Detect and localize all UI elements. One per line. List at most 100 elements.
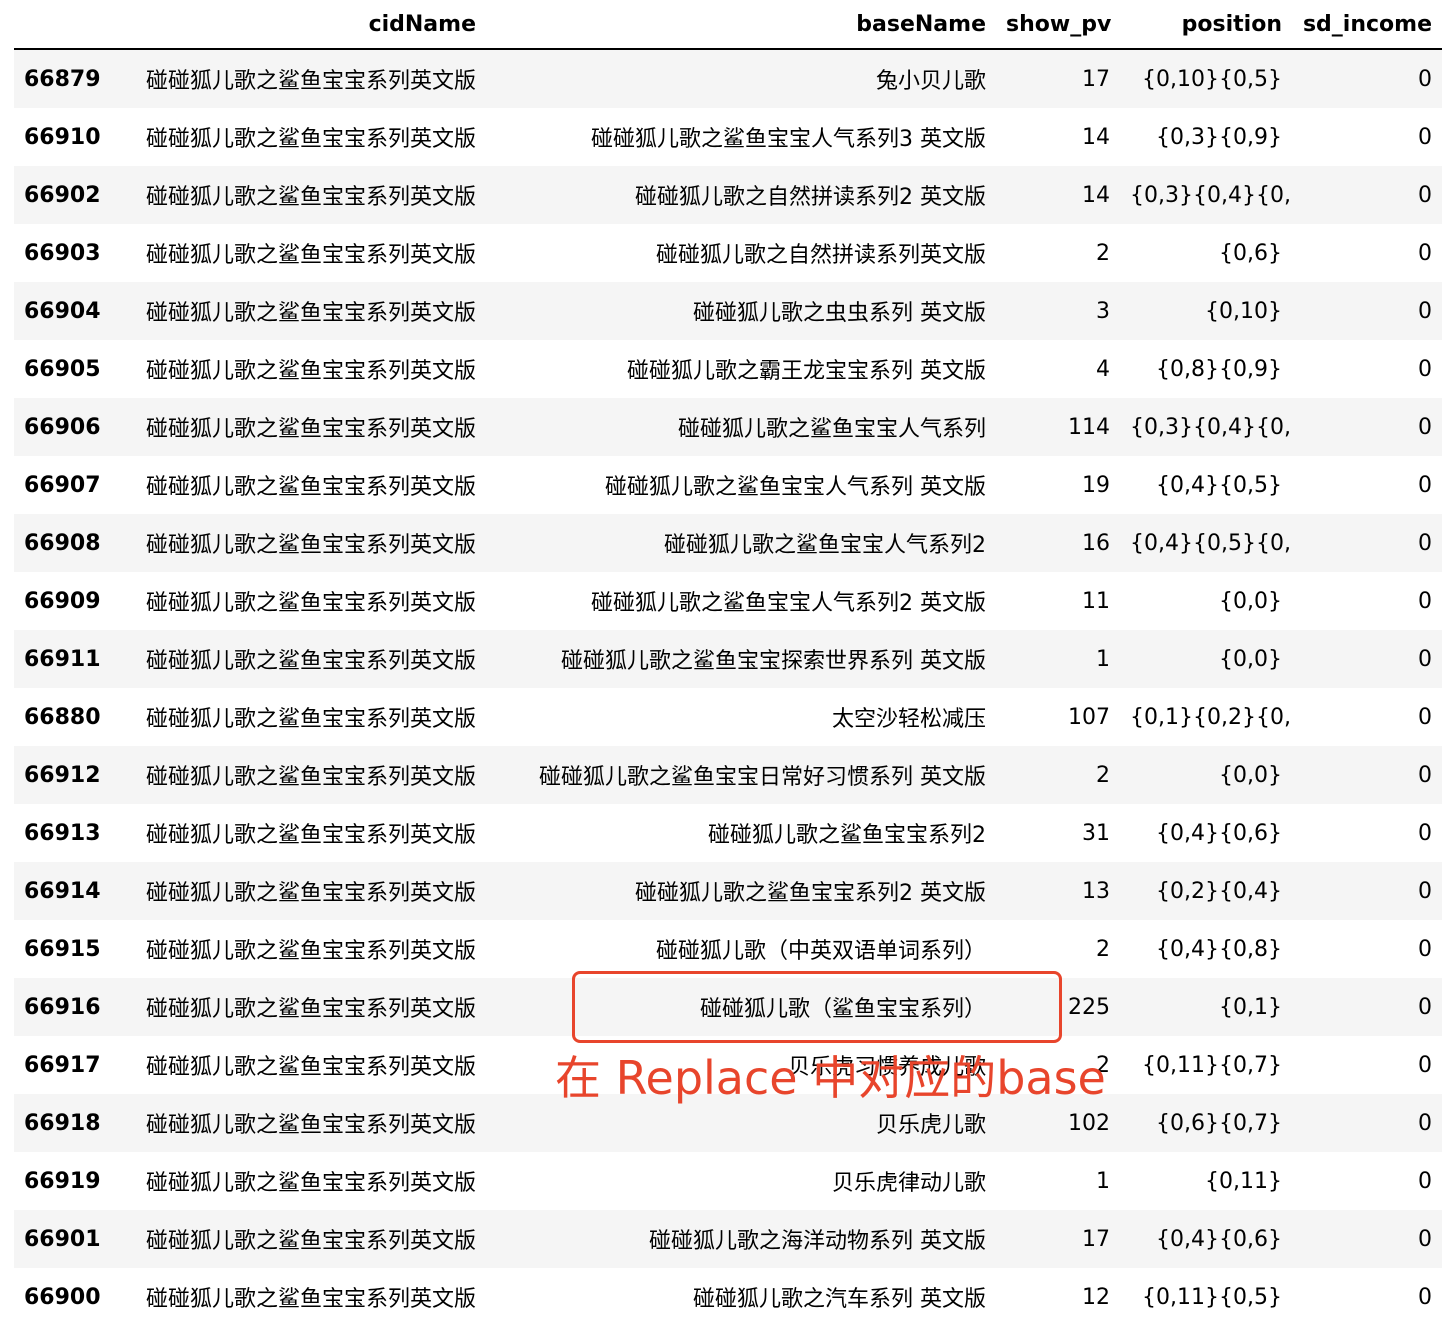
row-index: 66904 [24,298,101,324]
cell-baseName: 碰碰狐儿歌之鲨鱼宝宝人气系列3 英文版 [591,127,986,152]
cell-sd-income: 0 [1418,472,1432,498]
cell-show-pv: 2 [1096,240,1110,266]
cell-sd-income: 0 [1418,298,1432,324]
row-index: 66918 [24,1110,101,1136]
cell-position: {0,4}{0,5}{0,9} [1130,530,1292,556]
cell-position: {0,6}{0,7} [1156,1110,1282,1136]
row-index: 66903 [24,240,101,266]
cell-baseName: 碰碰狐儿歌之自然拼读系列英文版 [655,243,986,268]
table-row: 66880 碰碰狐儿歌之鲨鱼宝宝系列英文版 太空沙轻松减压 107 {0,1}{0,2}… [14,688,1442,746]
row-index: 66879 [24,66,101,92]
row-index: 66901 [24,1226,101,1252]
cell-show-pv: 114 [1068,414,1110,440]
cell-cidName: 碰碰狐儿歌之鲨鱼宝宝系列英文版 [145,823,476,848]
cell-show-pv: 3 [1096,298,1110,324]
cell-cidName: 碰碰狐儿歌之鲨鱼宝宝系列英文版 [145,359,476,384]
cell-cidName: 碰碰狐儿歌之鲨鱼宝宝系列英文版 [145,475,476,500]
header-row: cidName baseName show_pv position sd_inc… [14,0,1442,50]
cell-position: {0,2}{0,4} [1156,878,1282,904]
cell-show-pv: 17 [1082,1226,1110,1252]
cell-show-pv: 31 [1082,820,1110,846]
cell-position: {0,4}{0,5} [1156,472,1282,498]
cell-sd-income: 0 [1418,762,1432,788]
cell-show-pv: 16 [1082,530,1110,556]
column-header-sd-income: sd_income [1292,0,1442,50]
cell-sd-income: 0 [1418,1226,1432,1252]
column-header-show-pv: show_pv [996,0,1120,50]
cell-position: {0,8}{0,9} [1156,356,1282,382]
cell-cidName: 碰碰狐儿歌之鲨鱼宝宝系列英文版 [145,1171,476,1196]
cell-show-pv: 107 [1068,704,1110,730]
cell-position: {0,10} [1205,298,1282,324]
table-row: 66918 碰碰狐儿歌之鲨鱼宝宝系列英文版 贝乐虎儿歌 102 {0,6}{0,7} 0 [14,1094,1442,1152]
cell-baseName: 贝乐虎习惯养成儿歌 [787,1055,986,1080]
table-header: cidName baseName show_pv position sd_inc… [14,0,1442,50]
cell-baseName: 兔小贝儿歌 [875,69,986,94]
table-row: 66916 碰碰狐儿歌之鲨鱼宝宝系列英文版 碰碰狐儿歌（鲨鱼宝宝系列） 225 {0,1… [14,978,1442,1036]
cell-show-pv: 1 [1096,646,1110,672]
cell-position: {0,3}{0,9} [1156,124,1282,150]
row-index: 66880 [24,704,101,730]
cell-sd-income: 0 [1418,356,1432,382]
cell-baseName: 碰碰狐儿歌之虫虫系列 英文版 [693,301,986,326]
cell-show-pv: 11 [1082,588,1110,614]
cell-cidName: 碰碰狐儿歌之鲨鱼宝宝系列英文版 [145,997,476,1022]
table-row: 66909 碰碰狐儿歌之鲨鱼宝宝系列英文版 碰碰狐儿歌之鲨鱼宝宝人气系列2 英文版 1… [14,572,1442,630]
row-index: 66902 [24,182,101,208]
table-row: 66905 碰碰狐儿歌之鲨鱼宝宝系列英文版 碰碰狐儿歌之霸王龙宝宝系列 英文版 4 {0… [14,340,1442,398]
cell-cidName: 碰碰狐儿歌之鲨鱼宝宝系列英文版 [145,417,476,442]
cell-show-pv: 2 [1096,1052,1110,1078]
table-row: 66901 碰碰狐儿歌之鲨鱼宝宝系列英文版 碰碰狐儿歌之海洋动物系列 英文版 17 {0… [14,1210,1442,1268]
cell-show-pv: 19 [1082,472,1110,498]
row-index: 66905 [24,356,101,382]
cell-cidName: 碰碰狐儿歌之鲨鱼宝宝系列英文版 [145,127,476,152]
cell-baseName: 碰碰狐儿歌之鲨鱼宝宝系列2 英文版 [635,881,986,906]
cell-position: {0,4}{0,6} [1156,820,1282,846]
cell-position: {0,3}{0,4}{0,5} [1130,414,1292,440]
table-row: 66917 碰碰狐儿歌之鲨鱼宝宝系列英文版 贝乐虎习惯养成儿歌 2 {0,11}{0,7… [14,1036,1442,1094]
column-header-cidName: cidName [104,0,486,50]
column-header-baseName: baseName [486,0,996,50]
cell-cidName: 碰碰狐儿歌之鲨鱼宝宝系列英文版 [145,1287,476,1312]
cell-cidName: 碰碰狐儿歌之鲨鱼宝宝系列英文版 [145,881,476,906]
cell-sd-income: 0 [1418,1284,1432,1310]
cell-position: {0,0} [1219,762,1282,788]
cell-sd-income: 0 [1418,414,1432,440]
cell-show-pv: 102 [1068,1110,1110,1136]
table-row: 66912 碰碰狐儿歌之鲨鱼宝宝系列英文版 碰碰狐儿歌之鲨鱼宝宝日常好习惯系列 英文… [14,746,1442,804]
cell-show-pv: 4 [1096,356,1110,382]
row-index: 66919 [24,1168,101,1194]
row-index: 66914 [24,878,101,904]
cell-show-pv: 14 [1082,182,1110,208]
row-index: 66915 [24,936,101,962]
cell-cidName: 碰碰狐儿歌之鲨鱼宝宝系列英文版 [145,591,476,616]
cell-position: {0,1}{0,2}{0,3} [1130,704,1292,730]
cell-position: {0,4}{0,6} [1156,1226,1282,1252]
cell-show-pv: 13 [1082,878,1110,904]
cell-position: {0,3}{0,4}{0,5} [1130,182,1292,208]
column-header-position: position [1120,0,1292,50]
cell-cidName: 碰碰狐儿歌之鲨鱼宝宝系列英文版 [145,185,476,210]
table-row: 66907 碰碰狐儿歌之鲨鱼宝宝系列英文版 碰碰狐儿歌之鲨鱼宝宝人气系列 英文版 19… [14,456,1442,514]
table-row: 66913 碰碰狐儿歌之鲨鱼宝宝系列英文版 碰碰狐儿歌之鲨鱼宝宝系列2 31 {0,4}… [14,804,1442,862]
cell-position: {0,11}{0,7} [1142,1052,1282,1078]
cell-show-pv: 14 [1082,124,1110,150]
table-row: 66903 碰碰狐儿歌之鲨鱼宝宝系列英文版 碰碰狐儿歌之自然拼读系列英文版 2 {0,6… [14,224,1442,282]
cell-baseName: 碰碰狐儿歌之鲨鱼宝宝人气系列2 [664,533,986,558]
cell-baseName: 碰碰狐儿歌之鲨鱼宝宝系列2 [708,823,986,848]
cell-sd-income: 0 [1418,588,1432,614]
cell-baseName: 碰碰狐儿歌之鲨鱼宝宝探索世界系列 英文版 [561,649,986,674]
table-row: 66879 碰碰狐儿歌之鲨鱼宝宝系列英文版 兔小贝儿歌 17 {0,10}{0,5} 0 [14,49,1442,108]
cell-baseName: 贝乐虎律动儿歌 [831,1171,986,1196]
cell-sd-income: 0 [1418,124,1432,150]
row-index: 66911 [24,646,101,672]
cell-sd-income: 0 [1418,182,1432,208]
index-header [14,0,104,50]
cell-baseName: 碰碰狐儿歌之海洋动物系列 英文版 [649,1229,986,1254]
cell-position: {0,11} [1205,1168,1282,1194]
cell-cidName: 碰碰狐儿歌之鲨鱼宝宝系列英文版 [145,765,476,790]
row-index: 66908 [24,530,101,556]
row-index: 66909 [24,588,101,614]
table-row: 66914 碰碰狐儿歌之鲨鱼宝宝系列英文版 碰碰狐儿歌之鲨鱼宝宝系列2 英文版 13 {… [14,862,1442,920]
cell-sd-income: 0 [1418,530,1432,556]
